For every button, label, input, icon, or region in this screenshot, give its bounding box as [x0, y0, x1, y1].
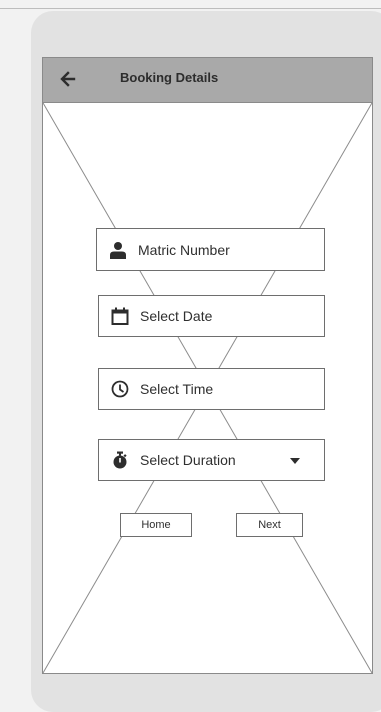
caret-down-icon [290, 458, 300, 464]
home-button[interactable]: Home [120, 513, 192, 537]
matric-number-label: Matric Number [138, 241, 230, 258]
matric-number-field[interactable]: Matric Number [96, 228, 325, 271]
select-time-label: Select Time [140, 381, 214, 397]
select-duration-label: Select Duration [140, 452, 236, 468]
next-button[interactable]: Next [236, 513, 303, 537]
select-duration-dropdown[interactable]: Select Duration [98, 439, 325, 481]
select-time-field[interactable]: Select Time [98, 368, 325, 410]
arrow-left-icon[interactable] [58, 69, 78, 89]
calendar-icon [111, 307, 129, 325]
page-title: Booking Details [120, 70, 219, 85]
app-header: Booking Details [43, 58, 372, 103]
select-date-field[interactable]: Select Date [98, 295, 325, 337]
clock-icon [111, 380, 129, 398]
user-icon [110, 241, 126, 259]
top-divider [0, 8, 381, 9]
app-screen: Booking Details Matric Number Select Dat… [42, 57, 373, 674]
stopwatch-icon [113, 451, 127, 469]
select-date-label: Select Date [140, 308, 213, 324]
placeholder-cross-lines [43, 102, 372, 673]
